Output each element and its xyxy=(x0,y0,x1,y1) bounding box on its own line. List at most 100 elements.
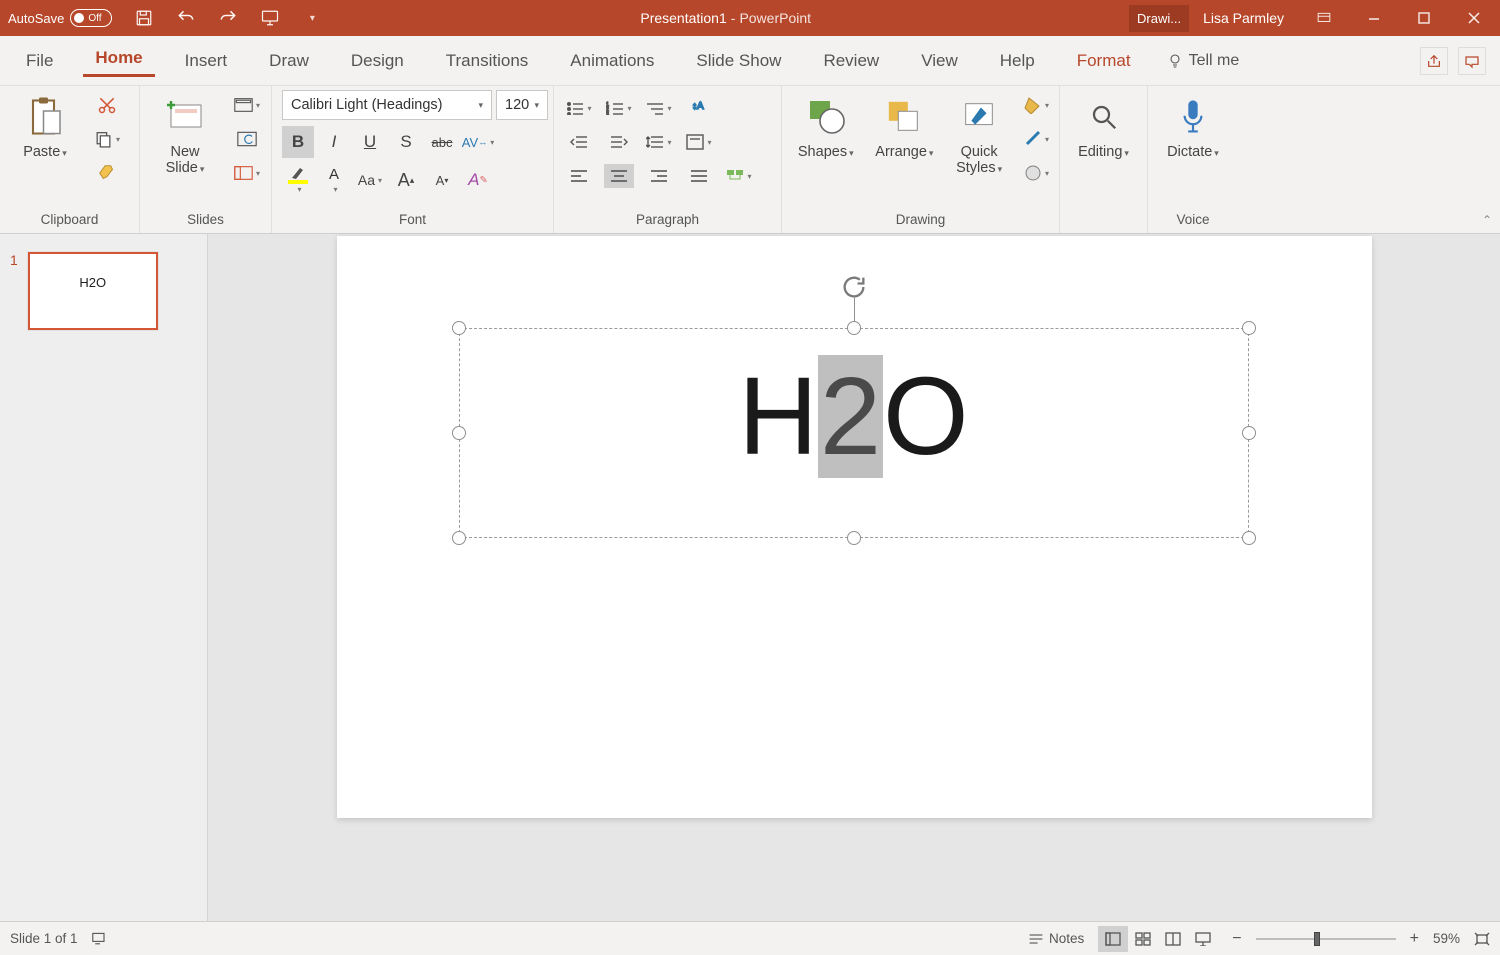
shadow-button[interactable]: S xyxy=(390,126,422,158)
align-left-button[interactable] xyxy=(564,164,594,188)
tab-review[interactable]: Review xyxy=(811,47,891,75)
shrink-font-button[interactable]: A▾ xyxy=(426,164,458,196)
zoom-in-button[interactable]: + xyxy=(1410,930,1419,948)
qat-customize-icon[interactable]: ▾ xyxy=(302,8,322,28)
slide-editor[interactable]: H2O xyxy=(208,234,1500,921)
comments-button[interactable] xyxy=(1458,47,1486,75)
autosave-toggle[interactable]: AutoSave Off xyxy=(8,9,112,27)
title-textbox[interactable]: H2O xyxy=(459,328,1249,538)
decrease-indent-button[interactable] xyxy=(564,130,594,154)
italic-button[interactable]: I xyxy=(318,126,350,158)
tab-slideshow[interactable]: Slide Show xyxy=(684,47,793,75)
bold-button[interactable]: B xyxy=(282,126,314,158)
align-right-button[interactable] xyxy=(644,164,674,188)
normal-view-button[interactable] xyxy=(1098,926,1128,952)
quick-styles-button[interactable]: Quick Styles xyxy=(949,90,1009,176)
zoom-slider[interactable] xyxy=(1256,930,1396,948)
minimize-icon[interactable] xyxy=(1356,3,1392,33)
spellcheck-icon[interactable] xyxy=(92,932,108,946)
numbering-button[interactable]: 123 xyxy=(604,96,634,120)
zoom-thumb[interactable] xyxy=(1314,932,1320,946)
list-level-button[interactable] xyxy=(644,96,674,120)
highlight-button[interactable] xyxy=(282,166,314,194)
tab-animations[interactable]: Animations xyxy=(558,47,666,75)
dictate-button[interactable]: Dictate xyxy=(1158,90,1228,160)
font-color-button[interactable]: A xyxy=(318,166,350,194)
shape-fill-icon[interactable] xyxy=(1023,92,1049,118)
thumbnail-1[interactable]: 1 H2O xyxy=(10,252,197,330)
copy-icon[interactable] xyxy=(94,126,120,152)
shapes-button[interactable]: Shapes xyxy=(792,90,860,160)
increase-indent-button[interactable] xyxy=(604,130,634,154)
handle-nw[interactable] xyxy=(452,321,466,335)
clear-format-button[interactable]: A✎ xyxy=(462,164,494,196)
new-slide-button[interactable]: New Slide xyxy=(150,90,220,176)
reset-icon[interactable] xyxy=(234,126,260,152)
notes-button[interactable]: Notes xyxy=(1028,931,1084,946)
smartart-button[interactable] xyxy=(724,164,754,188)
arrange-button[interactable]: Arrange xyxy=(874,90,936,160)
reading-view-button[interactable] xyxy=(1158,926,1188,952)
editing-button[interactable]: Editing xyxy=(1070,90,1137,160)
collapse-ribbon-icon[interactable]: ⌃ xyxy=(1482,213,1492,227)
tab-file[interactable]: File xyxy=(14,47,65,75)
strikethrough-button[interactable]: abc xyxy=(426,126,458,158)
tab-design[interactable]: Design xyxy=(339,47,416,75)
section-icon[interactable] xyxy=(234,160,260,186)
handle-ne[interactable] xyxy=(1242,321,1256,335)
tab-draw[interactable]: Draw xyxy=(257,47,321,75)
handle-sw[interactable] xyxy=(452,531,466,545)
tellme-label: Tell me xyxy=(1189,52,1240,70)
align-text-button[interactable] xyxy=(684,130,714,154)
paste-button[interactable]: Paste xyxy=(10,90,80,160)
font-name-combo[interactable]: Calibri Light (Headings)▾ xyxy=(282,90,492,120)
justify-button[interactable] xyxy=(684,164,714,188)
format-painter-icon[interactable] xyxy=(94,160,120,186)
close-icon[interactable] xyxy=(1456,3,1492,33)
font-size-combo[interactable]: 120▾ xyxy=(496,90,548,120)
slideshow-view-button[interactable] xyxy=(1188,926,1218,952)
grow-font-button[interactable]: A▴ xyxy=(390,164,422,196)
save-icon[interactable] xyxy=(134,8,154,28)
tell-me[interactable]: Tell me xyxy=(1167,52,1240,70)
sorter-view-button[interactable] xyxy=(1128,926,1158,952)
maximize-icon[interactable] xyxy=(1406,3,1442,33)
handle-n[interactable] xyxy=(847,321,861,335)
bullets-button[interactable] xyxy=(564,96,594,120)
tab-view[interactable]: View xyxy=(909,47,970,75)
zoom-out-button[interactable]: − xyxy=(1232,930,1241,948)
handle-se[interactable] xyxy=(1242,531,1256,545)
shape-outline-icon[interactable] xyxy=(1023,126,1049,152)
autosave-pill[interactable]: Off xyxy=(70,9,112,27)
slide-counter[interactable]: Slide 1 of 1 xyxy=(10,931,78,946)
tab-insert[interactable]: Insert xyxy=(173,47,240,75)
char-spacing-button[interactable]: AV↔ xyxy=(462,126,494,158)
title-text[interactable]: H2O xyxy=(459,362,1249,472)
slide-canvas[interactable]: H2O xyxy=(337,236,1372,818)
zoom-value[interactable]: 59% xyxy=(1433,931,1460,946)
undo-icon[interactable] xyxy=(176,8,196,28)
thumbnail-panel[interactable]: 1 H2O xyxy=(0,234,208,921)
new-slide-l1: New xyxy=(170,144,199,160)
text-direction-button[interactable]: ↕A xyxy=(684,96,714,120)
user-name[interactable]: Lisa Parmley xyxy=(1203,10,1284,26)
tab-help[interactable]: Help xyxy=(988,47,1047,75)
tab-home[interactable]: Home xyxy=(83,44,154,77)
redo-icon[interactable] xyxy=(218,8,238,28)
present-icon[interactable] xyxy=(260,8,280,28)
handle-s[interactable] xyxy=(847,531,861,545)
tab-format[interactable]: Format xyxy=(1065,47,1143,75)
underline-button[interactable]: U xyxy=(354,126,386,158)
align-center-button[interactable] xyxy=(604,164,634,188)
shape-effects-icon[interactable] xyxy=(1023,160,1049,186)
layout-icon[interactable] xyxy=(234,92,260,118)
change-case-button[interactable]: Aa xyxy=(354,164,386,196)
rotate-handle-icon[interactable] xyxy=(840,273,868,301)
fit-window-button[interactable] xyxy=(1474,932,1490,946)
thumbnail-preview[interactable]: H2O xyxy=(28,252,158,330)
ribbon-display-icon[interactable] xyxy=(1306,3,1342,33)
cut-icon[interactable] xyxy=(94,92,120,118)
tab-transitions[interactable]: Transitions xyxy=(434,47,541,75)
line-spacing-button[interactable] xyxy=(644,130,674,154)
share-button[interactable] xyxy=(1420,47,1448,75)
